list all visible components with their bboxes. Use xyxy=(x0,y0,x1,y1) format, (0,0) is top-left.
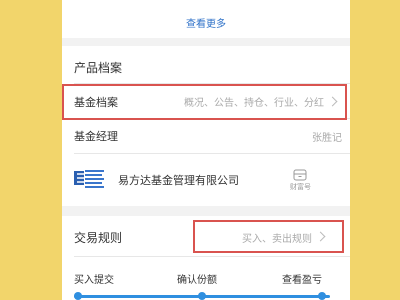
phone-screen: 查看更多 产品档案 基金档案 概况、公告、持仓、行业、分红 基金经理 张胜记 易… xyxy=(62,0,350,300)
fund-store-button[interactable]: 财富号 xyxy=(284,164,316,196)
fund-manager-row[interactable]: 基金经理 张胜记 xyxy=(62,119,350,153)
fund-manager-label: 基金经理 xyxy=(74,130,118,143)
fund-manager-value: 张胜记 xyxy=(312,133,342,144)
more-section: 查看更多 xyxy=(62,0,350,38)
company-logo-icon xyxy=(74,168,104,188)
trading-rules-title: 交易规则 xyxy=(74,231,123,245)
progress-dot xyxy=(74,292,82,300)
view-more-link[interactable]: 查看更多 xyxy=(62,15,350,30)
progress-dot xyxy=(318,292,326,300)
product-profile-section: 产品档案 基金档案 概况、公告、持仓、行业、分红 基金经理 张胜记 易方达基金管 xyxy=(62,46,350,206)
store-icon xyxy=(293,166,307,181)
highlight-box-fund-profile xyxy=(62,84,347,120)
product-profile-title: 产品档案 xyxy=(74,61,123,75)
fund-store-label: 财富号 xyxy=(290,183,311,191)
step-buy-submit: 买入提交 xyxy=(74,275,114,286)
fund-company-row[interactable]: 易方达基金管理有限公司 财富号 xyxy=(62,154,350,206)
step-view-profit: 查看盈亏 xyxy=(282,275,322,286)
step-confirm-shares: 确认份额 xyxy=(177,275,217,286)
divider xyxy=(74,256,350,257)
highlight-box-trading-rules xyxy=(193,220,344,253)
progress-dot xyxy=(198,292,206,300)
company-name: 易方达基金管理有限公司 xyxy=(118,174,239,187)
